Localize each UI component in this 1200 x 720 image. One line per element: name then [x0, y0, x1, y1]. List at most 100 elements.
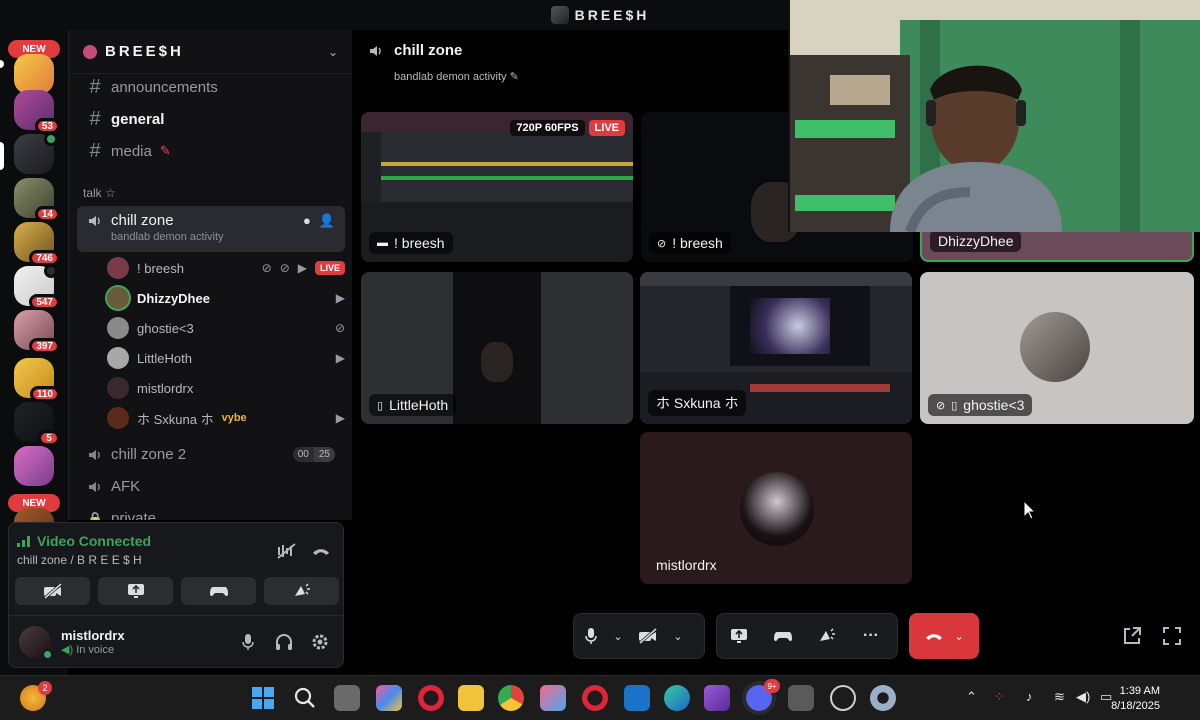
- store-icon[interactable]: [540, 685, 566, 711]
- voice-member[interactable]: mistlordrx: [107, 374, 345, 402]
- mute-button[interactable]: [235, 629, 261, 655]
- system-clock[interactable]: 1:39 AM 8/18/2025: [1111, 684, 1160, 714]
- camera-options-button[interactable]: ⌄: [668, 613, 688, 659]
- server-header[interactable]: BREE$H ⌄: [69, 30, 352, 74]
- connection-status[interactable]: Video Connected: [17, 533, 151, 549]
- settings-button[interactable]: [307, 629, 333, 655]
- screen-share-button[interactable]: [717, 613, 761, 659]
- pencil-icon[interactable]: ✎: [510, 71, 519, 83]
- camera-button[interactable]: [628, 613, 668, 659]
- voice-header: chill zone: [368, 42, 462, 59]
- avatar-tile[interactable]: ⊘ ▯ ghostie<3: [920, 272, 1194, 424]
- recorder-icon[interactable]: [830, 685, 856, 711]
- popout-icon[interactable]: [1122, 626, 1142, 646]
- chrome-icon[interactable]: [498, 685, 524, 711]
- file-explorer-icon[interactable]: [458, 685, 484, 711]
- disconnect-icon[interactable]: [311, 543, 331, 559]
- voice-member[interactable]: LittleHoth ▶: [107, 344, 345, 372]
- activity-button[interactable]: [181, 577, 256, 605]
- server-icon[interactable]: 397: [14, 310, 60, 354]
- member-name: ! breesh: [137, 260, 184, 276]
- user-name[interactable]: mistlordrx: [61, 628, 225, 643]
- volume-icon[interactable]: ◀): [1076, 689, 1090, 705]
- server-icon[interactable]: 547: [14, 264, 60, 310]
- weather-widget[interactable]: 2: [20, 681, 52, 711]
- avatar: [107, 377, 129, 399]
- weather-badge: 2: [38, 681, 52, 695]
- chevron-down-icon[interactable]: ⌄: [954, 630, 963, 643]
- member-name: LittleHoth: [137, 350, 192, 366]
- start-button[interactable]: [250, 685, 276, 711]
- microphone-tray-icon[interactable]: ♪: [1026, 689, 1033, 704]
- server-icon[interactable]: [14, 446, 54, 486]
- settings-app-icon[interactable]: [870, 685, 896, 711]
- copilot-icon[interactable]: [376, 685, 402, 711]
- channel-announcements[interactable]: # announcements: [77, 72, 345, 102]
- stream-tile[interactable]: ホ Sxkuna ホ: [640, 272, 912, 424]
- user-limit: 25: [313, 447, 335, 462]
- channel-label: media: [111, 142, 152, 160]
- task-view-icon[interactable]: [334, 685, 360, 711]
- member-name: ghostie<3: [137, 320, 194, 336]
- server-icon[interactable]: 110: [14, 358, 60, 402]
- clipchamp-icon[interactable]: [704, 685, 730, 711]
- channel-general[interactable]: # general: [77, 104, 345, 134]
- soundboard-button[interactable]: [264, 577, 339, 605]
- connection-status-text: Video Connected: [37, 533, 152, 549]
- voice-member[interactable]: ホ Sxkuna ホ vybe ▶: [107, 404, 345, 432]
- speaker-icon: [44, 264, 58, 278]
- camera-app-icon[interactable]: [788, 685, 814, 711]
- voice-member[interactable]: DhizzyDhee ▶: [107, 284, 345, 312]
- avatar[interactable]: [19, 625, 53, 660]
- voice-channel-private[interactable]: 🔒 private: [77, 504, 345, 520]
- screen-share-button[interactable]: [98, 577, 173, 605]
- server-icon[interactable]: 5: [14, 402, 60, 446]
- mic-muted-icon: ⊘: [261, 261, 272, 275]
- leave-call-button[interactable]: ⌄: [909, 613, 979, 659]
- chevron-down-icon[interactable]: ⌄: [328, 45, 338, 59]
- server-icon[interactable]: [14, 54, 54, 94]
- chevron-up-icon[interactable]: ⌃: [966, 689, 977, 705]
- video-icon: ▶: [335, 411, 345, 425]
- server-icon[interactable]: 14: [14, 178, 60, 222]
- discord-icon[interactable]: 9+: [742, 679, 780, 715]
- avatar: [107, 257, 129, 279]
- search-button[interactable]: [292, 685, 318, 711]
- voice-member[interactable]: ghostie<3 ⊘: [107, 314, 345, 342]
- chat-bubble-icon[interactable]: ●: [303, 213, 311, 228]
- mic-button[interactable]: [574, 613, 608, 659]
- member-name: mistlordrx: [137, 380, 194, 396]
- deafen-button[interactable]: [271, 629, 297, 655]
- opera-gx-icon[interactable]: [582, 685, 608, 711]
- connection-location[interactable]: chill zone / B R E E $ H: [17, 553, 142, 567]
- opera-icon[interactable]: [418, 685, 444, 711]
- category-talk[interactable]: talk ☆: [83, 186, 116, 200]
- edge-icon[interactable]: [664, 685, 690, 711]
- server-icon[interactable]: [14, 132, 58, 174]
- avatar: [740, 472, 814, 546]
- camera-toggle-button[interactable]: [15, 577, 90, 605]
- tray-app-icon[interactable]: ⁘: [994, 689, 1005, 705]
- channel-media[interactable]: # media ✎: [77, 136, 345, 166]
- noise-suppression-icon[interactable]: [277, 543, 297, 559]
- activity-button[interactable]: [761, 613, 805, 659]
- voice-channel-afk[interactable]: AFK: [77, 472, 345, 502]
- fullscreen-icon[interactable]: [1162, 626, 1182, 646]
- soundboard-button[interactable]: [805, 613, 849, 659]
- speaker-icon: [89, 449, 100, 460]
- add-user-icon[interactable]: 👤: [319, 213, 335, 229]
- server-icon[interactable]: 53: [14, 90, 60, 134]
- wifi-icon[interactable]: ≋: [1054, 689, 1065, 705]
- mic-options-button[interactable]: ⌄: [608, 613, 628, 659]
- voice-channel-label: chill zone: [111, 212, 174, 229]
- outlook-icon[interactable]: [624, 685, 650, 711]
- server-icon[interactable]: 746: [14, 222, 60, 266]
- stream-tile[interactable]: 720P 60FPS LIVE ▬ ! breesh: [361, 112, 633, 262]
- video-tile[interactable]: ▯ LittleHoth: [361, 272, 633, 424]
- voice-member[interactable]: ! breesh ⊘ ⊘ ▶ LIVE: [107, 254, 345, 282]
- voice-channel-chill-zone[interactable]: chill zone ● 👤 bandlab demon activity: [77, 206, 345, 252]
- voice-channel-chill-zone-2[interactable]: chill zone 2 00 25: [77, 440, 345, 470]
- more-options-button[interactable]: ···: [849, 613, 893, 659]
- unread-pip: [0, 60, 4, 68]
- avatar-tile[interactable]: mistlordrx: [640, 432, 912, 584]
